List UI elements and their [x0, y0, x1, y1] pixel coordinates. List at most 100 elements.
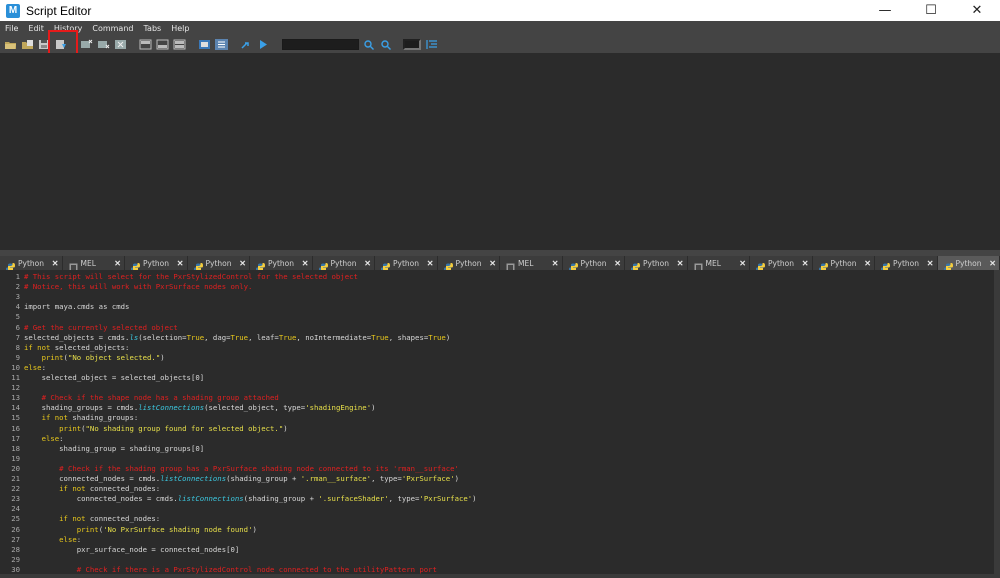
clear-history-icon[interactable] [79, 38, 93, 51]
history-output-pane[interactable] [3, 53, 997, 250]
tab-close-icon[interactable]: ✕ [427, 259, 434, 268]
code-token: connected_nodes: [85, 514, 161, 524]
tab-close-icon[interactable]: ✕ [364, 259, 371, 268]
menu-help[interactable]: Help [166, 24, 194, 33]
code-line[interactable]: 20 # Check if the shading group has a Px… [0, 464, 994, 474]
tab-close-icon[interactable]: ✕ [739, 259, 746, 268]
code-line[interactable]: 5 [0, 312, 994, 322]
script-tab-mel[interactable]: MEL ✕ [500, 256, 563, 271]
code-line[interactable]: 30 # Check if there is a PxrStylizedCont… [0, 565, 994, 574]
code-line[interactable]: 9 print("No object selected.") [0, 353, 994, 363]
code-line[interactable]: 23 connected_nodes = cmds.listConnection… [0, 494, 994, 504]
code-token: print [41, 352, 64, 362]
close-button[interactable]: ✕ [954, 0, 1000, 21]
code-line[interactable]: 8 if not selected_objects: [0, 343, 994, 353]
script-tab-mel[interactable]: MEL ✕ [688, 256, 750, 271]
code-text: else: [24, 434, 64, 444]
load-script-icon[interactable] [20, 38, 34, 51]
code-line[interactable]: 28 pxr_surface_node = connected_nodes[0] [0, 545, 994, 555]
code-token: , dag= [204, 332, 231, 342]
code-token: shading_group = shading_groups[0] [24, 443, 205, 453]
code-line[interactable]: 19 [0, 454, 994, 464]
tab-close-icon[interactable]: ✕ [927, 259, 934, 268]
code-line[interactable]: 29 [0, 555, 994, 565]
tab-close-icon[interactable]: ✕ [177, 259, 184, 268]
script-input-editor[interactable]: 1 # This script will select for the PxrSt… [0, 270, 994, 574]
search-input[interactable] [282, 38, 359, 50]
show-history-icon[interactable] [138, 38, 152, 51]
tab-close-icon[interactable]: ✕ [552, 259, 559, 268]
show-input-icon[interactable] [155, 38, 169, 51]
code-line[interactable]: 6 # Get the currently selected object [0, 323, 994, 333]
line-numbers-icon[interactable] [214, 38, 228, 51]
tab-close-icon[interactable]: ✕ [614, 259, 621, 268]
script-tab-python[interactable]: Python ✕ [813, 256, 875, 272]
script-tab-python[interactable]: Python ✕ [125, 256, 188, 272]
code-line[interactable]: 18 shading_group = shading_groups[0] [0, 444, 994, 454]
script-tab-python[interactable]: Python ✕ [750, 256, 813, 272]
script-tab-python[interactable]: Python ✕ [250, 256, 313, 272]
code-token: (selected_object, type= [204, 403, 306, 413]
search-next-icon[interactable] [362, 38, 376, 51]
code-token: True [428, 332, 446, 342]
code-line[interactable]: 25 if not connected_nodes: [0, 514, 994, 524]
code-line[interactable]: 15 if not shading_groups: [0, 413, 994, 423]
code-line[interactable]: 2 # Notice, this will work with PxrSurfac… [0, 282, 994, 292]
code-line[interactable]: 17 else: [0, 434, 994, 444]
code-line[interactable]: 16 print("No shading group found for sel… [0, 424, 994, 434]
vertical-scrollbar[interactable] [994, 270, 1000, 574]
show-both-icon[interactable] [172, 38, 186, 51]
tab-label: Python [393, 258, 419, 268]
tab-close-icon[interactable]: ✕ [302, 259, 309, 268]
script-tab-python[interactable]: Python ✕ [313, 256, 375, 272]
open-script-icon[interactable] [3, 38, 17, 51]
execute-selected-icon[interactable] [256, 38, 270, 51]
tab-close-icon[interactable]: ✕ [677, 259, 684, 268]
code-line[interactable]: 14 shading_groups = cmds.listConnections… [0, 403, 994, 413]
tab-close-icon[interactable]: ✕ [802, 259, 809, 268]
clear-input-icon[interactable] [96, 38, 110, 51]
execute-all-icon[interactable] [239, 38, 253, 51]
go-to-line-input[interactable] [403, 38, 421, 50]
menu-edit[interactable]: Edit [23, 24, 49, 33]
menu-file[interactable]: File [0, 24, 23, 33]
code-line[interactable]: 13 # Check if the shape node has a shadi… [0, 393, 994, 403]
code-line[interactable]: 10 else: [0, 363, 994, 373]
search-previous-icon[interactable] [379, 38, 393, 51]
script-tab-mel[interactable]: MEL ✕ [63, 256, 125, 271]
maximize-button[interactable]: ☐ [908, 0, 954, 21]
code-line[interactable]: 22 if not connected_nodes: [0, 484, 994, 494]
code-line[interactable]: 21 connected_nodes = cmds.listConnection… [0, 474, 994, 484]
code-line[interactable]: 26 print('No PxrSurface shading node fou… [0, 525, 994, 535]
menu-command[interactable]: Command [87, 24, 138, 33]
tab-close-icon[interactable]: ✕ [989, 259, 996, 268]
code-token: (selection= [138, 332, 187, 342]
script-tab-python[interactable]: Python ✕ [625, 256, 688, 272]
minimize-button[interactable]: — [862, 0, 908, 21]
tab-close-icon[interactable]: ✕ [114, 259, 121, 268]
code-line[interactable]: 3 [0, 292, 994, 302]
echo-all-commands-icon[interactable] [197, 38, 211, 51]
script-tab-python[interactable]: Python ✕ [875, 256, 938, 272]
go-to-line-icon[interactable] [424, 38, 438, 51]
code-line[interactable]: 27 else: [0, 535, 994, 545]
tab-close-icon[interactable]: ✕ [864, 259, 871, 268]
code-line[interactable]: 4 import maya.cmds as cmds [0, 302, 994, 312]
tab-close-icon[interactable]: ✕ [239, 259, 246, 268]
code-line[interactable]: 12 [0, 383, 994, 393]
code-line[interactable]: 24 [0, 504, 994, 514]
script-tab-python[interactable]: Python ✕ [0, 256, 63, 272]
script-tab-python[interactable]: Python ✕ [188, 256, 250, 272]
script-tab-python[interactable]: Python ✕ [438, 256, 500, 272]
code-line[interactable]: 7 selected_objects = cmds.ls(selection=Tr… [0, 333, 994, 343]
script-tab-python[interactable]: Python ✕ [937, 256, 1000, 272]
script-tab-python[interactable]: Python ✕ [563, 256, 625, 272]
code-line[interactable]: 1 # This script will select for the PxrSt… [0, 272, 994, 282]
menu-tabs[interactable]: Tabs [138, 24, 166, 33]
tab-close-icon[interactable]: ✕ [52, 259, 59, 268]
script-tab-python[interactable]: Python ✕ [375, 256, 438, 272]
horizontal-scrollbar[interactable] [0, 574, 1000, 578]
clear-all-icon[interactable] [113, 38, 127, 51]
code-line[interactable]: 11 selected_object = selected_objects[0] [0, 373, 994, 383]
tab-close-icon[interactable]: ✕ [489, 259, 496, 268]
